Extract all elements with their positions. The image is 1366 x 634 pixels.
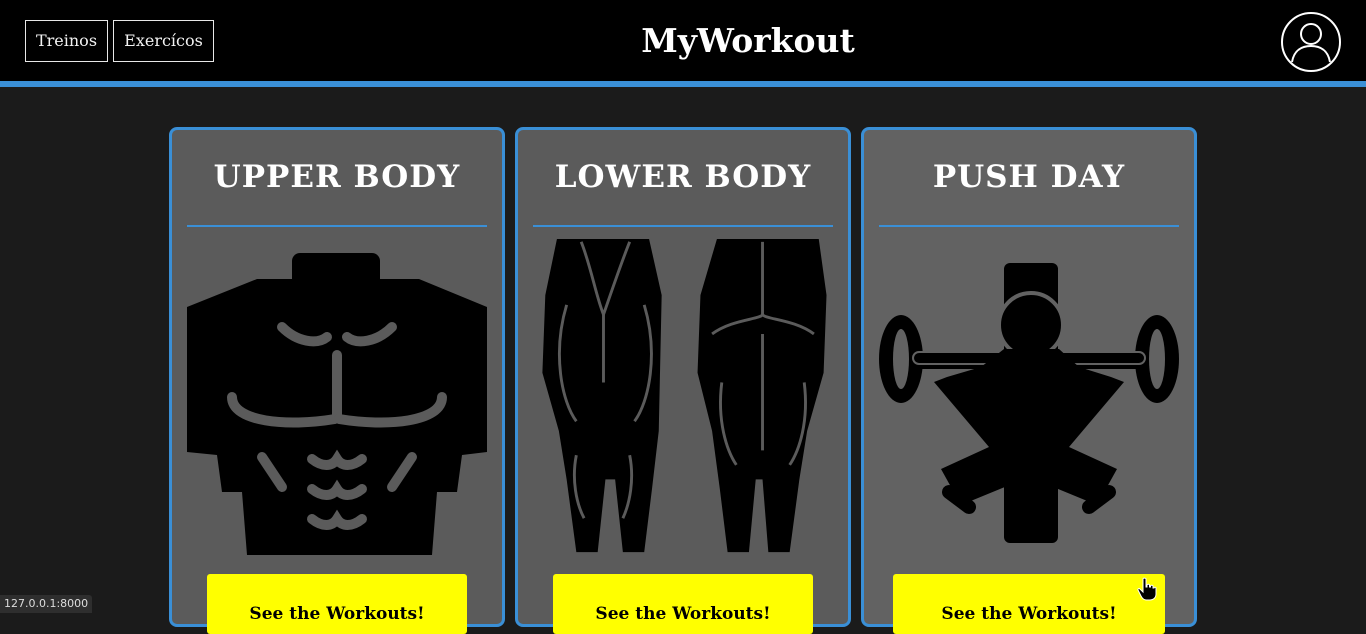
nav-exercicios-button[interactable]: Exercícos xyxy=(113,20,214,62)
card-divider xyxy=(187,225,487,227)
see-workouts-button[interactable]: See the Workouts! xyxy=(893,574,1165,634)
see-workouts-button[interactable]: See the Workouts! xyxy=(207,574,467,634)
top-navbar: Treinos Exercícos MyWorkout xyxy=(0,0,1366,87)
card-divider xyxy=(879,225,1179,227)
card-title: PUSH DAY xyxy=(932,159,1126,195)
status-bar-url: 127.0.0.1:8000 xyxy=(0,595,93,613)
card-lower-body[interactable]: LOWER BODY See the Workouts! xyxy=(515,127,851,634)
barbell-squat-icon xyxy=(879,263,1179,543)
torso-muscles-icon xyxy=(187,253,487,555)
card-title: LOWER BODY xyxy=(554,159,812,195)
legs-muscles-icon xyxy=(542,238,827,553)
hand-pointer-icon xyxy=(1137,577,1157,601)
see-workouts-button[interactable]: See the Workouts! xyxy=(553,574,813,634)
card-upper-body[interactable]: UPPER BODY See the Workouts! xyxy=(169,127,505,634)
nav-treinos-button[interactable]: Treinos xyxy=(25,20,108,62)
card-title: UPPER BODY xyxy=(213,159,461,195)
card-push-day[interactable]: PUSH DAY See the Workouts! xyxy=(861,127,1197,634)
card-divider xyxy=(533,225,833,227)
user-circle-icon[interactable] xyxy=(1280,11,1342,73)
